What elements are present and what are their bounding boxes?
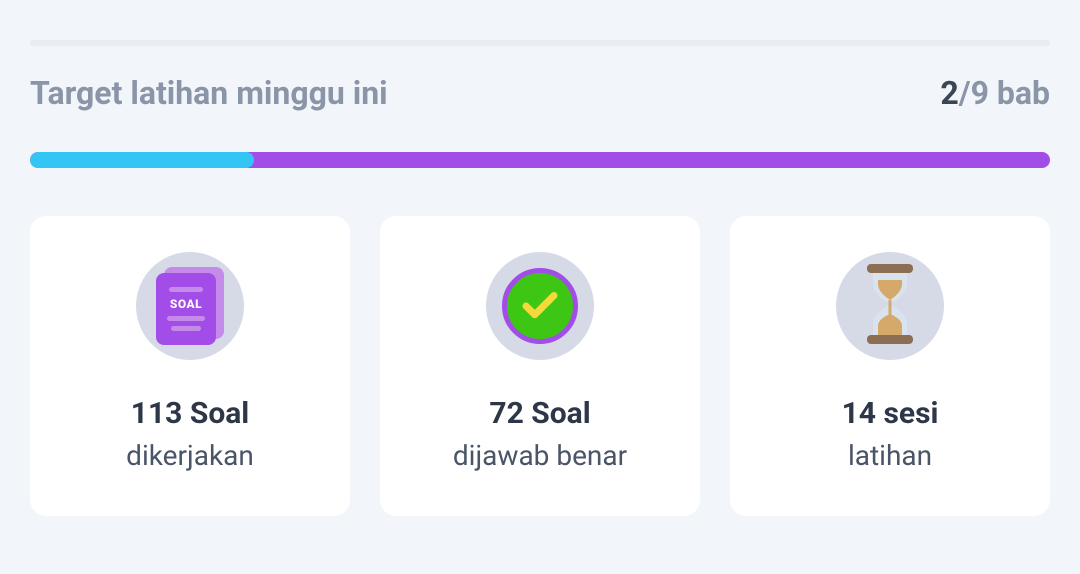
card-sesi-latihan: 14 sesi latihan [730,216,1050,516]
check-icon-container [486,252,594,360]
check-icon [502,268,578,344]
card-soal-dikerjakan: SOAL 113 Soal dikerjakan [30,216,350,516]
hourglass-icon [861,264,919,348]
soal-benar-label: dijawab benar [453,439,627,472]
top-divider [30,40,1050,46]
progress-current: 2 [940,74,958,112]
soal-icon: SOAL [156,267,224,345]
progress-count: 2/9 bab [940,74,1050,112]
stats-cards: SOAL 113 Soal dikerjakan 72 Soal dijawab… [30,216,1050,516]
hourglass-icon-container [836,252,944,360]
progress-total: /9 bab [959,74,1050,112]
header: Target latihan minggu ini 2/9 bab [30,74,1050,112]
soal-dikerjakan-label: dikerjakan [126,439,254,472]
soal-benar-value: 72 Soal [489,396,590,431]
soal-icon-text: SOAL [170,297,202,311]
card-soal-benar: 72 Soal dijawab benar [380,216,700,516]
soal-icon-container: SOAL [136,252,244,360]
soal-dikerjakan-value: 113 Soal [131,396,250,431]
sesi-latihan-label: latihan [848,439,932,472]
weekly-target-title: Target latihan minggu ini [30,74,388,112]
progress-bar [30,152,1050,168]
progress-fill [30,152,254,168]
sesi-latihan-value: 14 sesi [842,396,939,431]
